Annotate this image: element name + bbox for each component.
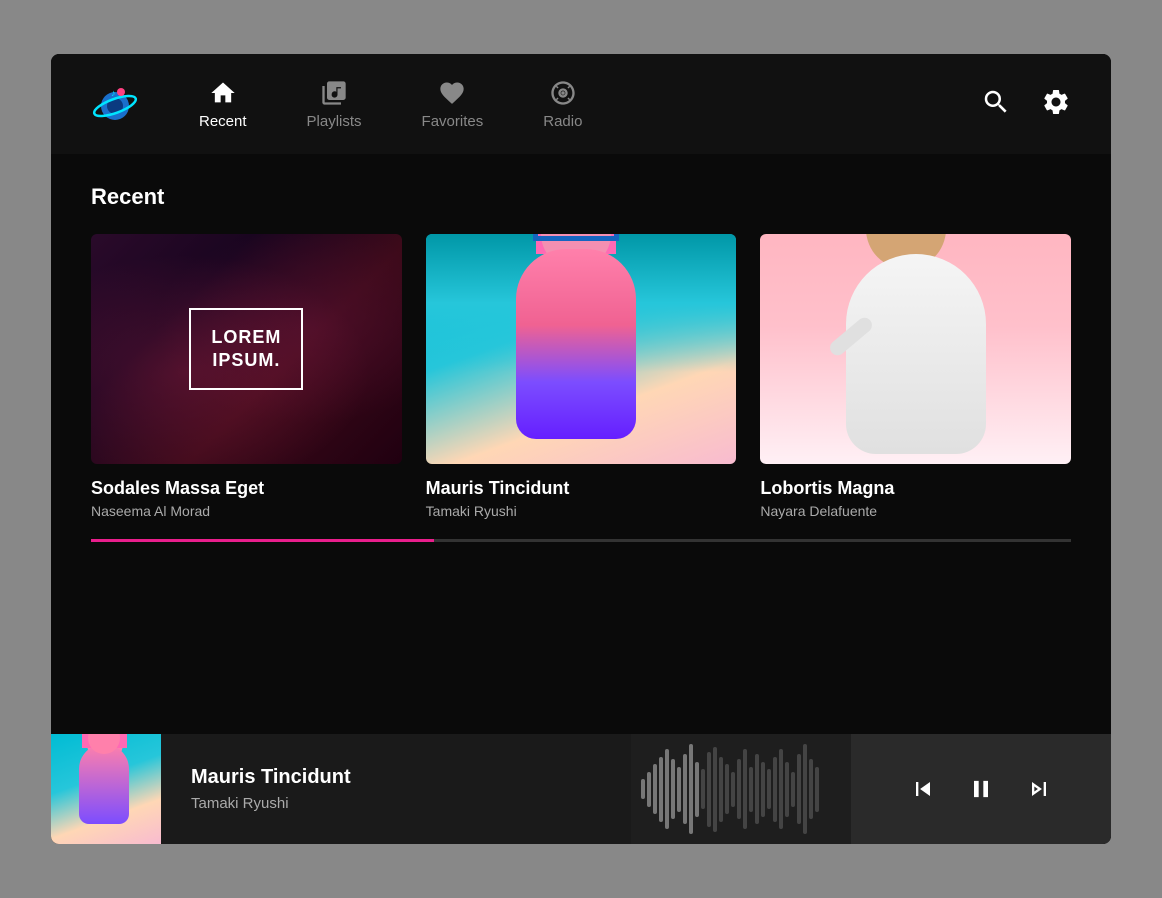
card-artwork-abstract: LOREM IPSUM. bbox=[91, 234, 402, 464]
nav-items: Recent Playlists Favorites bbox=[199, 79, 981, 130]
player-track-title: Mauris Tincidunt bbox=[191, 766, 601, 789]
search-icon bbox=[981, 87, 1011, 117]
skip-prev-icon bbox=[909, 775, 937, 803]
radio-icon bbox=[549, 79, 577, 107]
nav-item-playlists[interactable]: Playlists bbox=[307, 79, 362, 130]
card-title-1: Sodales Massa Eget bbox=[91, 478, 402, 499]
nav-item-favorites-label: Favorites bbox=[422, 113, 484, 130]
figure-3 bbox=[760, 234, 1071, 464]
progress-bar-container[interactable] bbox=[91, 539, 1071, 542]
nav-bar: ♪ Recent Playlists bbox=[51, 54, 1111, 154]
nav-item-recent[interactable]: Recent bbox=[199, 79, 247, 130]
card-artist-1: Naseema Al Morad bbox=[91, 503, 402, 519]
player-info: Mauris Tincidunt Tamaki Ryushi bbox=[161, 766, 631, 812]
main-content: Recent LOREM IPSUM. Sodales Massa Eget N… bbox=[51, 154, 1111, 734]
app-container: ♪ Recent Playlists bbox=[51, 54, 1111, 844]
player-thumbnail bbox=[51, 734, 161, 844]
nav-item-playlists-label: Playlists bbox=[307, 113, 362, 130]
section-title: Recent bbox=[91, 184, 1071, 210]
player-waveform bbox=[631, 734, 851, 844]
lorem-line2: IPSUM. bbox=[211, 349, 281, 372]
nav-item-radio[interactable]: Radio bbox=[543, 79, 582, 130]
favorites-icon bbox=[438, 79, 466, 107]
card-title-3: Lobortis Magna bbox=[760, 478, 1071, 499]
gear-icon bbox=[1041, 87, 1071, 117]
nav-item-recent-label: Recent bbox=[199, 113, 247, 130]
svg-text:♪: ♪ bbox=[111, 88, 116, 98]
home-icon bbox=[209, 79, 237, 107]
pause-button[interactable] bbox=[967, 775, 995, 803]
card-image-2 bbox=[426, 234, 737, 464]
pause-icon bbox=[967, 775, 995, 803]
card-mauris[interactable]: Mauris Tincidunt Tamaki Ryushi bbox=[426, 234, 737, 519]
nav-item-favorites[interactable]: Favorites bbox=[422, 79, 484, 130]
card-image-1: LOREM IPSUM. bbox=[91, 234, 402, 464]
cards-row: LOREM IPSUM. Sodales Massa Eget Naseema … bbox=[91, 234, 1071, 519]
card-artwork-teal bbox=[426, 234, 737, 464]
player-bar: Mauris Tincidunt Tamaki Ryushi bbox=[51, 734, 1111, 844]
lorem-ipsum-box: LOREM IPSUM. bbox=[189, 308, 303, 391]
card-artwork-pink bbox=[760, 234, 1071, 464]
next-button[interactable] bbox=[1025, 775, 1053, 803]
search-button[interactable] bbox=[981, 87, 1011, 122]
card-sodales[interactable]: LOREM IPSUM. Sodales Massa Eget Naseema … bbox=[91, 234, 402, 519]
card-artist-2: Tamaki Ryushi bbox=[426, 503, 737, 519]
player-controls bbox=[851, 734, 1111, 844]
player-thumb-artwork bbox=[51, 734, 161, 844]
prev-button[interactable] bbox=[909, 775, 937, 803]
card-image-3 bbox=[760, 234, 1071, 464]
nav-item-radio-label: Radio bbox=[543, 113, 582, 130]
skip-next-icon bbox=[1025, 775, 1053, 803]
player-track-artist: Tamaki Ryushi bbox=[191, 795, 601, 812]
card-title-2: Mauris Tincidunt bbox=[426, 478, 737, 499]
progress-bar-fill bbox=[91, 539, 434, 542]
playlists-icon bbox=[320, 79, 348, 107]
settings-button[interactable] bbox=[1041, 87, 1071, 122]
card-lobortis[interactable]: Lobortis Magna Nayara Delafuente bbox=[760, 234, 1071, 519]
figure-2 bbox=[426, 234, 737, 464]
logo: ♪ bbox=[91, 78, 139, 131]
card-artist-3: Nayara Delafuente bbox=[760, 503, 1071, 519]
nav-actions bbox=[981, 87, 1071, 122]
lorem-line1: LOREM bbox=[211, 326, 281, 349]
